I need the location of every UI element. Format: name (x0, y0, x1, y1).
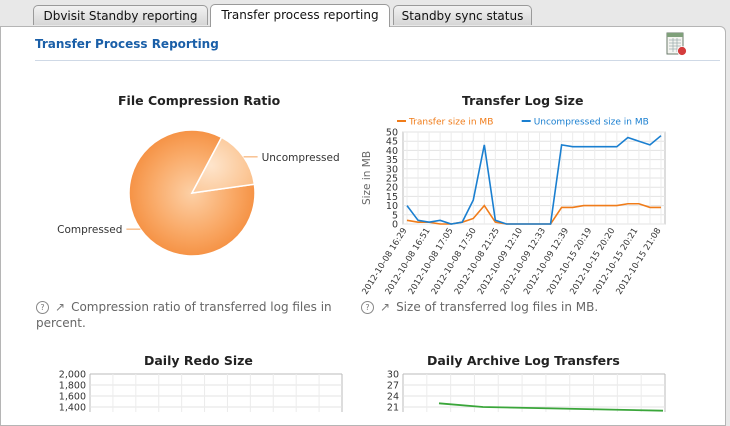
tab-label: Standby sync status (401, 9, 524, 23)
series-line-transfer-size[interactable] (406, 202, 661, 225)
legend-entry[interactable]: Transfer size in MB (408, 118, 493, 128)
archive-chart-title: Daily Archive Log Transfers (427, 353, 620, 368)
compression-help-text: ? ↗ Compression ratio of transferred log f… (36, 299, 336, 331)
tab-bar: Dbvisit Standby reporting Transfer proce… (0, 0, 730, 27)
compression-pie-chart: Compressed Uncompressed (57, 129, 340, 257)
y-tick-label: 1,400 (59, 403, 86, 413)
series-line-uncompressed-size[interactable] (406, 135, 662, 225)
transfer-chart-title: Transfer Log Size (462, 93, 584, 108)
title-divider (35, 60, 720, 61)
expand-arrow-icon[interactable]: ↗ (380, 300, 390, 314)
tab-label: Dbvisit Standby reporting (43, 9, 198, 23)
report-export-icon[interactable] (664, 32, 688, 56)
pie-label-uncompressed: Uncompressed (262, 152, 340, 164)
compression-help-label: Compression ratio of transferred log fil… (36, 300, 332, 330)
transfer-line-chart: 051015202530354045502012-10-08 16:292012… (360, 118, 666, 295)
redo-chart: 2,0001,8001,6001,400 (59, 370, 343, 413)
legend-entry[interactable]: Uncompressed size in MB (534, 118, 649, 128)
y-tick-label: 1,800 (59, 381, 86, 392)
help-icon[interactable]: ? (36, 301, 49, 314)
y-tick-label: 50 (386, 128, 398, 139)
tab-dbvisit-standby-reporting[interactable]: Dbvisit Standby reporting (33, 5, 208, 25)
y-tick-label: 27 (387, 381, 399, 392)
pie-label-compressed: Compressed (57, 224, 122, 236)
tab-standby-sync-status[interactable]: Standby sync status (393, 5, 532, 25)
compression-chart-title: File Compression Ratio (118, 93, 281, 108)
archive-chart: 30272421 (387, 370, 666, 413)
redo-chart-title: Daily Redo Size (144, 353, 253, 368)
transfer-help-label: Size of transferred log files in MB. (396, 300, 599, 314)
y-tick-label: 30 (387, 370, 399, 381)
page-title: Transfer Process Reporting (35, 37, 219, 51)
y-tick-label: 24 (387, 392, 399, 403)
y-axis-label: Size in MB (361, 151, 373, 205)
tab-label: Transfer process reporting (221, 8, 379, 22)
help-icon[interactable]: ? (361, 301, 374, 314)
expand-arrow-icon[interactable]: ↗ (55, 300, 65, 314)
y-tick-label: 1,600 (59, 392, 86, 403)
y-tick-label: 21 (387, 403, 399, 413)
y-tick-label: 2,000 (59, 370, 86, 381)
transfer-help-text: ? ↗ Size of transferred log files in MB. (361, 299, 691, 315)
tab-transfer-process-reporting[interactable]: Transfer process reporting (210, 4, 390, 27)
